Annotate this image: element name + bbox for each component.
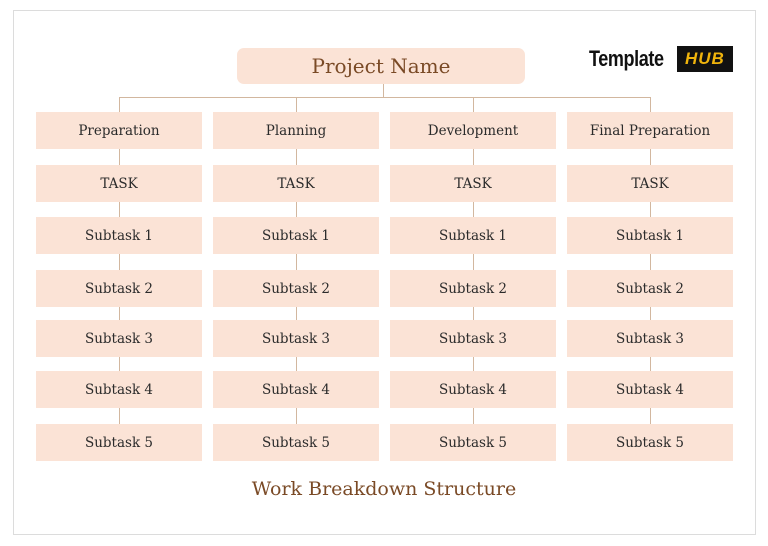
connector-column-drop	[473, 97, 474, 112]
subtask-box: Subtask 5	[390, 424, 556, 461]
connector-vertical	[296, 307, 297, 320]
connector-vertical	[296, 202, 297, 217]
subtask-box: Subtask 4	[390, 371, 556, 408]
connector-vertical	[650, 357, 651, 371]
root-node-label: Project Name	[311, 54, 451, 78]
connector-column-drop	[119, 97, 120, 112]
connector-vertical	[473, 202, 474, 217]
subtask-label: Subtask 1	[84, 227, 154, 244]
connector-vertical	[650, 408, 651, 424]
subtask-box: Subtask 4	[36, 371, 202, 408]
task-label: TASK	[100, 175, 138, 192]
subtask-label: Subtask 1	[438, 227, 508, 244]
connector-vertical	[119, 254, 120, 270]
column-header-box: Final Preparation	[567, 112, 733, 149]
subtask-label: Subtask 2	[615, 280, 685, 297]
subtask-label: Subtask 5	[84, 434, 154, 451]
subtask-box: Subtask 1	[36, 217, 202, 254]
connector-vertical	[650, 202, 651, 217]
subtask-label: Subtask 2	[438, 280, 508, 297]
subtask-label: Subtask 3	[261, 330, 331, 347]
connector-vertical	[296, 254, 297, 270]
task-box: TASK	[36, 165, 202, 202]
connector-column-drop	[296, 97, 297, 112]
subtask-box: Subtask 2	[567, 270, 733, 307]
subtask-label: Subtask 3	[615, 330, 685, 347]
subtask-box: Subtask 2	[36, 270, 202, 307]
subtask-box: Subtask 3	[567, 320, 733, 357]
subtask-box: Subtask 4	[567, 371, 733, 408]
task-box: TASK	[213, 165, 379, 202]
connector-vertical	[473, 357, 474, 371]
connector-vertical	[650, 307, 651, 320]
connector-vertical	[650, 254, 651, 270]
task-label: TASK	[454, 175, 492, 192]
connector-vertical	[119, 357, 120, 371]
subtask-box: Subtask 2	[213, 270, 379, 307]
subtask-label: Subtask 3	[84, 330, 154, 347]
subtask-label: Subtask 4	[615, 381, 685, 398]
task-label: TASK	[277, 175, 315, 192]
connector-vertical	[473, 307, 474, 320]
column-header-box: Planning	[213, 112, 379, 149]
task-box: TASK	[390, 165, 556, 202]
connector-vertical	[473, 149, 474, 165]
connector-vertical	[473, 254, 474, 270]
subtask-box: Subtask 5	[567, 424, 733, 461]
column-header-box: Development	[390, 112, 556, 149]
subtask-label: Subtask 5	[438, 434, 508, 451]
templatehub-logo: Template HUB	[589, 46, 733, 72]
connector-vertical	[296, 149, 297, 165]
subtask-box: Subtask 3	[213, 320, 379, 357]
subtask-box: Subtask 3	[36, 320, 202, 357]
root-node-project-name: Project Name	[237, 48, 525, 84]
subtask-label: Subtask 3	[438, 330, 508, 347]
logo-badge: HUB	[677, 46, 733, 72]
connector-vertical	[119, 408, 120, 424]
subtask-box: Subtask 5	[213, 424, 379, 461]
connector-horizontal-bus	[119, 97, 651, 98]
connector-root-down	[383, 84, 384, 98]
column-header-label: Preparation	[78, 122, 160, 139]
subtask-label: Subtask 4	[438, 381, 508, 398]
subtask-box: Subtask 5	[36, 424, 202, 461]
subtask-label: Subtask 5	[261, 434, 331, 451]
connector-vertical	[119, 202, 120, 217]
subtask-label: Subtask 5	[615, 434, 685, 451]
connector-vertical	[473, 408, 474, 424]
column-header-box: Preparation	[36, 112, 202, 149]
subtask-label: Subtask 4	[84, 381, 154, 398]
subtask-box: Subtask 1	[390, 217, 556, 254]
subtask-label: Subtask 2	[261, 280, 331, 297]
subtask-label: Subtask 1	[261, 227, 331, 244]
subtask-box: Subtask 2	[390, 270, 556, 307]
connector-vertical	[296, 357, 297, 371]
subtask-box: Subtask 1	[213, 217, 379, 254]
task-box: TASK	[567, 165, 733, 202]
logo-text: Template	[589, 46, 664, 71]
connector-vertical	[119, 307, 120, 320]
subtask-label: Subtask 2	[84, 280, 154, 297]
subtask-label: Subtask 4	[261, 381, 331, 398]
connector-vertical	[119, 149, 120, 165]
connector-vertical	[650, 149, 651, 165]
subtask-box: Subtask 4	[213, 371, 379, 408]
diagram-title: Work Breakdown Structure	[251, 478, 517, 500]
column-header-label: Planning	[265, 122, 327, 139]
task-label: TASK	[631, 175, 669, 192]
subtask-box: Subtask 1	[567, 217, 733, 254]
subtask-box: Subtask 3	[390, 320, 556, 357]
connector-vertical	[296, 408, 297, 424]
column-header-label: Final Preparation	[589, 122, 711, 139]
subtask-label: Subtask 1	[615, 227, 685, 244]
connector-column-drop	[650, 97, 651, 112]
column-header-label: Development	[427, 122, 519, 139]
